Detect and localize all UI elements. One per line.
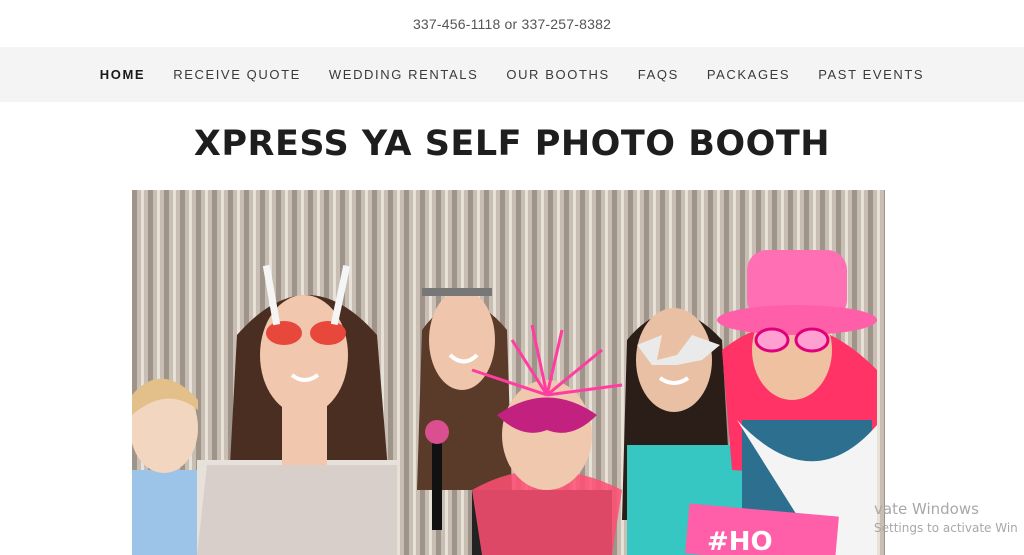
- sign-text: #HO: [707, 527, 773, 555]
- photo-booth-illustration: #HO: [132, 190, 885, 555]
- nav-receive-quote[interactable]: RECEIVE QUOTE: [173, 67, 301, 82]
- nav-faqs[interactable]: FAQS: [638, 67, 679, 82]
- nav-wedding-rentals[interactable]: WEDDING RENTALS: [329, 67, 478, 82]
- watermark-line-2: Settings to activate Win: [874, 521, 1018, 535]
- phone-numbers: 337-456-1118 or 337-257-8382: [412, 15, 612, 32]
- watermark-line-1: vate Windows: [874, 500, 979, 518]
- main-nav: HOME RECEIVE QUOTE WEDDING RENTALS OUR B…: [0, 47, 1024, 102]
- nav-home[interactable]: HOME: [100, 67, 145, 82]
- nav-our-booths[interactable]: OUR BOOTHS: [506, 67, 609, 82]
- page-title: XPRESS YA SELF PHOTO BOOTH: [193, 124, 831, 164]
- top-contact-bar: 337-456-1118 or 337-257-8382: [0, 0, 1024, 47]
- hero-photo: #HO: [132, 190, 885, 555]
- nav-packages[interactable]: PACKAGES: [707, 67, 790, 82]
- nav-past-events[interactable]: PAST EVENTS: [818, 67, 924, 82]
- activate-windows-watermark: vate Windows Settings to activate Win: [874, 500, 1018, 535]
